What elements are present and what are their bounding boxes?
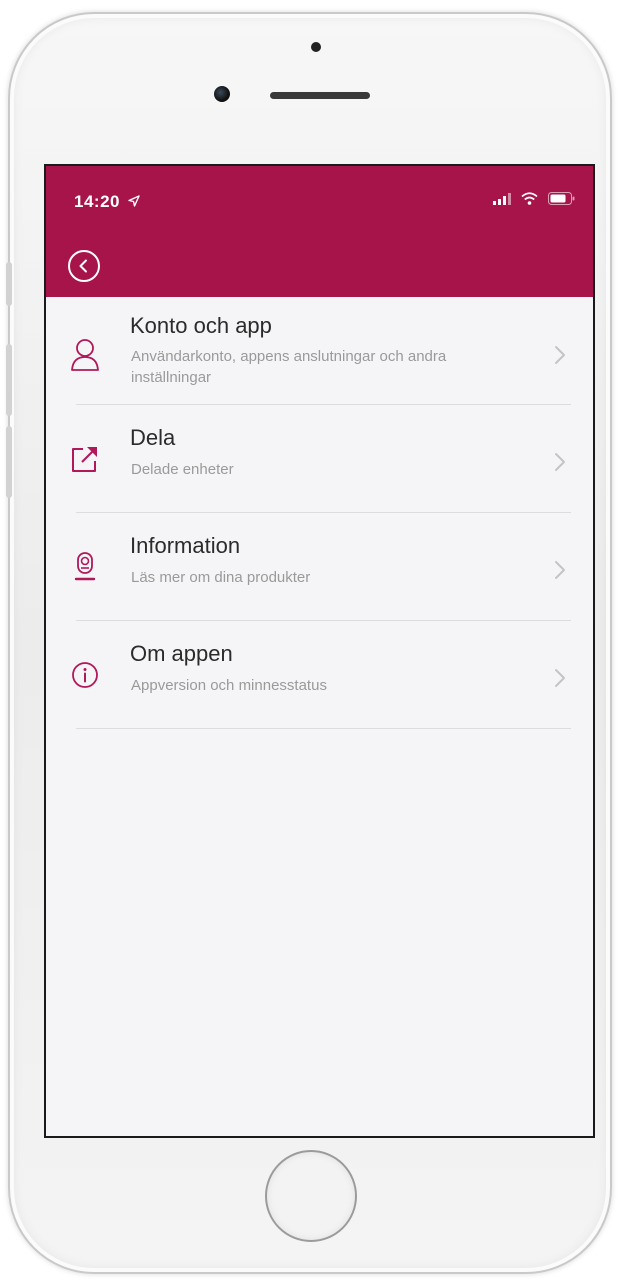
status-time-text: 14:20 [74,192,120,211]
menu-item-information[interactable]: Information Läs mer om dina produkter [46,513,593,621]
back-button[interactable] [68,250,100,282]
front-camera [214,86,230,102]
share-icon [68,442,102,476]
info-icon [68,658,102,692]
proximity-sensor [311,42,321,52]
volume-up-button [6,344,12,416]
menu-item-subtitle: Delade enheter [131,461,234,478]
location-arrow-icon [128,195,140,207]
menu-item-subtitle: Appversion och minnesstatus [131,677,327,694]
menu-item-subtitle: Användarkonto, appens anslutningar och a… [131,348,447,386]
chevron-left-icon [79,259,87,273]
menu-item-om-appen[interactable]: Om appen Appversion och minnesstatus [46,621,593,729]
chevron-right-icon [555,453,565,471]
menu-item-dela[interactable]: Dela Delade enheter [46,405,593,513]
app-screen: 14:20 Konto och app Användarkonto, appen… [44,164,595,1138]
device-icon [68,550,102,584]
header-bar: 14:20 [46,166,593,297]
mute-switch [6,262,12,306]
user-icon [68,338,102,372]
battery-icon [548,192,575,205]
chevron-right-icon [555,561,565,579]
menu-item-title: Information [130,533,241,558]
status-icons [493,192,575,205]
menu-item-konto-och-app[interactable]: Konto och app Användarkonto, appens ansl… [46,297,593,405]
chevron-right-icon [555,346,565,364]
menu-item-subtitle: Läs mer om dina produkter [131,569,311,586]
menu-item-title: Dela [130,425,176,450]
earpiece-speaker [270,92,370,99]
signal-icon [493,192,511,205]
menu-item-title: Om appen [130,641,233,666]
menu-item-title: Konto och app [130,313,272,338]
volume-down-button [6,426,12,498]
home-button[interactable] [265,1150,357,1242]
chevron-right-icon [555,669,565,687]
status-time: 14:20 [74,192,140,212]
settings-menu-list: Konto och app Användarkonto, appens ansl… [46,297,593,729]
wifi-icon [521,192,538,205]
